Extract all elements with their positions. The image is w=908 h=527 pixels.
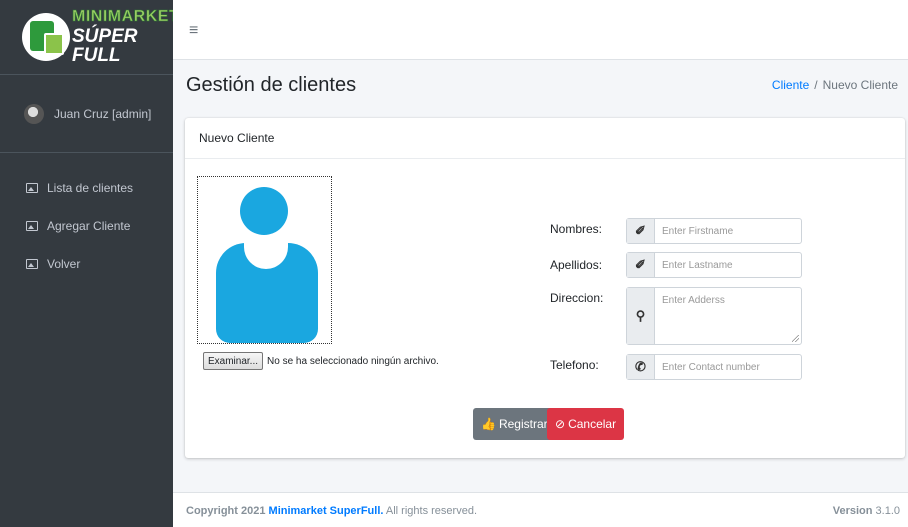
- new-client-card: Nuevo Cliente Examinar... No se ha selec…: [185, 118, 905, 458]
- sidebar-item-agregar-cliente[interactable]: Agregar Cliente: [0, 207, 173, 245]
- map-marker-icon: ⚲: [627, 288, 655, 344]
- copyright: Copyright 2021 Minimarket SuperFull. All…: [186, 505, 477, 517]
- direccion-textarea[interactable]: Enter Adderss: [655, 288, 801, 344]
- image-icon: [26, 183, 38, 193]
- nombres-input[interactable]: Enter Firstname: [655, 219, 801, 243]
- resize-handle-icon[interactable]: [792, 335, 799, 342]
- browse-button[interactable]: Examinar...: [203, 352, 264, 370]
- topbar: ≡: [173, 0, 908, 60]
- telefono-label: Telefono:: [550, 358, 599, 372]
- thumbs-up-icon: 👍: [481, 417, 496, 431]
- footer-brand-link[interactable]: Minimarket SuperFull.: [269, 505, 384, 517]
- sidebar-item-label: Agregar Cliente: [47, 219, 131, 233]
- direccion-label: Direccion:: [550, 291, 604, 305]
- pencil-icon: ✐: [627, 219, 655, 243]
- sidebar-item-label: Lista de clientes: [47, 181, 134, 195]
- version-label: Version: [832, 505, 873, 517]
- file-status: No se ha seleccionado ningún archivo.: [267, 355, 439, 367]
- sidebar-nav: Lista de clientes Agregar Cliente Volver: [0, 153, 173, 283]
- brand-logo-icon: [22, 13, 70, 61]
- brand-line2: SÚPER FULL: [72, 26, 138, 66]
- breadcrumb: Cliente / Nuevo Cliente: [772, 78, 898, 92]
- version-number: 3.1.0: [875, 505, 900, 517]
- user-panel[interactable]: Juan Cruz [admin]: [0, 75, 173, 153]
- copyright-year: Copyright 2021: [186, 505, 266, 517]
- copyright-rights: All rights reserved.: [385, 505, 477, 517]
- apellidos-input[interactable]: Enter Lastname: [655, 253, 801, 277]
- page-title: Gestión de clientes: [186, 74, 357, 96]
- direccion-field[interactable]: ⚲ Enter Adderss: [626, 287, 802, 345]
- cancel-button[interactable]: ⊘ Cancelar: [547, 408, 625, 440]
- nombres-field[interactable]: ✐ Enter Firstname: [626, 218, 802, 244]
- register-button-label: Registrart: [498, 417, 551, 431]
- breadcrumb-current: Nuevo Cliente: [822, 78, 898, 92]
- telefono-field[interactable]: ✆ Enter Contact number: [626, 354, 802, 380]
- pencil-icon: ✐: [627, 253, 655, 277]
- user-name: Juan Cruz [admin]: [54, 106, 152, 121]
- sidebar-item-label: Volver: [47, 257, 81, 271]
- apellidos-label: Apellidos:: [550, 258, 603, 272]
- image-icon: [26, 221, 38, 231]
- image-icon: [26, 259, 38, 269]
- brand-line1: MINIMARKET: [72, 8, 180, 25]
- ban-icon: ⊘: [555, 417, 566, 431]
- user-placeholder-icon: [240, 187, 288, 235]
- sidebar-item-lista-clientes[interactable]: Lista de clientes: [0, 169, 173, 207]
- direccion-placeholder: Enter Adderss: [662, 295, 725, 306]
- phone-icon: ✆: [627, 355, 655, 379]
- brand[interactable]: MINIMARKET SÚPER FULL: [0, 0, 179, 75]
- breadcrumb-separator: /: [814, 78, 818, 92]
- sidebar: MINIMARKET SÚPER FULL Juan Cruz [admin] …: [0, 0, 179, 527]
- breadcrumb-link-cliente[interactable]: Cliente: [772, 78, 809, 92]
- menu-toggle-icon[interactable]: ≡: [189, 22, 198, 40]
- telefono-input[interactable]: Enter Contact number: [655, 355, 801, 379]
- client-photo-preview: [197, 176, 332, 344]
- nombres-label: Nombres:: [550, 222, 603, 236]
- cancel-button-label: Cancelar: [568, 417, 617, 431]
- avatar: [24, 103, 44, 124]
- footer: Copyright 2021 Minimarket SuperFull. All…: [173, 492, 908, 527]
- sidebar-item-volver[interactable]: Volver: [0, 245, 173, 283]
- brand-text: MINIMARKET SÚPER FULL: [72, 8, 180, 66]
- card-title: Nuevo Cliente: [185, 118, 905, 159]
- apellidos-field[interactable]: ✐ Enter Lastname: [626, 252, 802, 278]
- file-input[interactable]: Examinar... No se ha seleccionado ningún…: [203, 352, 439, 370]
- version: Version 3.1.0: [833, 505, 900, 517]
